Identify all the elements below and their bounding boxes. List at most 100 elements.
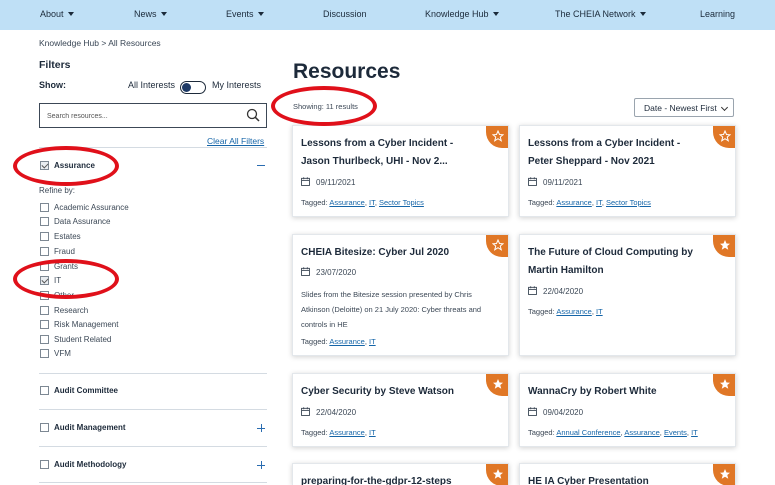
- tag-link[interactable]: Events: [664, 428, 687, 437]
- subfilter-label[interactable]: VFM: [54, 349, 71, 358]
- audit-committee-checkbox[interactable]: [40, 386, 49, 395]
- tag-link[interactable]: Sector Topics: [606, 198, 651, 207]
- tagged-label: Tagged:: [528, 198, 555, 207]
- calendar-icon: [528, 286, 537, 296]
- favourite-badge[interactable]: [713, 464, 735, 485]
- refine-by-label: Refine by:: [39, 186, 76, 195]
- subfilter-label[interactable]: Risk Management: [54, 320, 118, 329]
- resource-card[interactable]: HE IA Cyber Presentation: [519, 463, 736, 485]
- subfilter-label[interactable]: Estates: [54, 232, 81, 241]
- favourite-badge[interactable]: [713, 374, 735, 396]
- subfilter-checkbox[interactable]: [40, 232, 49, 241]
- favourite-badge[interactable]: [713, 235, 735, 257]
- tag-link[interactable]: Assurance: [556, 198, 591, 207]
- nav-knowledge-hub-label: Knowledge Hub: [425, 9, 489, 19]
- card-title[interactable]: HE IA Cyber Presentation: [528, 473, 706, 485]
- card-description: Slides from the Bitesize session present…: [301, 290, 482, 329]
- star-filled-icon: [493, 379, 503, 389]
- tag-link[interactable]: IT: [596, 307, 603, 316]
- tagged-label: Tagged:: [301, 198, 328, 207]
- audit-management-checkbox[interactable]: [40, 423, 49, 432]
- subfilter-label[interactable]: Data Assurance: [54, 217, 110, 226]
- tagged-label: Tagged:: [301, 428, 328, 437]
- card-title[interactable]: The Future of Cloud Computing by Martin …: [528, 244, 706, 280]
- subfilter-checkbox[interactable]: [40, 247, 49, 256]
- favourite-badge[interactable]: [486, 126, 508, 148]
- card-title[interactable]: Lessons from a Cyber Incident - Peter Sh…: [528, 135, 706, 171]
- filter-group-audit-committee[interactable]: Audit Committee: [54, 386, 118, 395]
- subfilter-label[interactable]: Fraud: [54, 247, 75, 256]
- favourite-badge[interactable]: [486, 235, 508, 257]
- favourite-badge[interactable]: [713, 126, 735, 148]
- subfilter-checkbox[interactable]: [40, 203, 49, 212]
- expand-icon[interactable]: [257, 461, 265, 469]
- filter-group-audit-methodology[interactable]: Audit Methodology: [54, 460, 126, 469]
- nav-network[interactable]: The CHEIA Network: [555, 9, 646, 19]
- resource-card[interactable]: The Future of Cloud Computing by Martin …: [519, 234, 736, 356]
- search-input[interactable]: [47, 110, 237, 122]
- favourite-badge[interactable]: [486, 464, 508, 485]
- favourite-badge[interactable]: [486, 374, 508, 396]
- subfilter-label[interactable]: Student Related: [54, 335, 111, 344]
- interests-toggle[interactable]: [180, 81, 206, 94]
- card-date: 09/11/2021: [316, 178, 356, 187]
- card-title[interactable]: preparing-for-the-gdpr-12-steps: [301, 473, 479, 485]
- nav-discussion[interactable]: Discussion: [323, 9, 367, 19]
- resource-card[interactable]: CHEIA Bitesize: Cyber Jul 2020 23/07/202…: [292, 234, 509, 356]
- expand-icon[interactable]: [257, 424, 265, 432]
- card-title[interactable]: CHEIA Bitesize: Cyber Jul 2020: [301, 244, 479, 262]
- nav-learning-label: Learning: [700, 9, 736, 19]
- resource-card[interactable]: preparing-for-the-gdpr-12-steps: [292, 463, 509, 485]
- my-interests-label[interactable]: My Interests: [212, 80, 261, 90]
- tag-link[interactable]: IT: [369, 337, 376, 346]
- tag-link[interactable]: Annual Conference: [556, 428, 620, 437]
- tag-link[interactable]: Sector Topics: [379, 198, 424, 207]
- chevron-down-icon: [492, 11, 499, 16]
- nav-about-label: About: [40, 9, 64, 19]
- sort-select[interactable]: Date - Newest First: [634, 98, 734, 117]
- subfilter-checkbox[interactable]: [40, 320, 49, 329]
- tag-link[interactable]: Assurance: [556, 307, 591, 316]
- subfilter-checkbox[interactable]: [40, 335, 49, 344]
- filter-group-audit-management[interactable]: Audit Management: [54, 423, 126, 432]
- subfilter-label[interactable]: Research: [54, 306, 88, 315]
- all-interests-label[interactable]: All Interests: [128, 80, 175, 90]
- card-tags: Tagged: Assurance, IT: [301, 428, 376, 437]
- tag-link[interactable]: IT: [369, 428, 376, 437]
- nav-about[interactable]: About: [40, 9, 74, 19]
- audit-methodology-checkbox[interactable]: [40, 460, 49, 469]
- search-icon[interactable]: [246, 108, 260, 122]
- tag-link[interactable]: IT: [596, 198, 602, 207]
- annotation-circle: [13, 259, 119, 299]
- nav-news[interactable]: News: [134, 9, 167, 19]
- clear-all-filters-link[interactable]: Clear All Filters: [207, 136, 264, 146]
- resource-card[interactable]: Cyber Security by Steve Watson 22/04/202…: [292, 373, 509, 447]
- tag-link[interactable]: IT: [369, 198, 375, 207]
- collapse-icon[interactable]: [257, 165, 265, 166]
- chevron-down-icon: [67, 11, 74, 16]
- tag-link[interactable]: Assurance: [329, 337, 364, 346]
- subfilter-checkbox[interactable]: [40, 349, 49, 358]
- card-date: 09/11/2021: [543, 178, 583, 187]
- subfilter-checkbox[interactable]: [40, 306, 49, 315]
- breadcrumb[interactable]: Knowledge Hub > All Resources: [39, 38, 161, 48]
- card-title[interactable]: WannaCry by Robert White: [528, 383, 706, 401]
- card-date-row: 09/11/2021: [528, 177, 583, 187]
- resource-card[interactable]: WannaCry by Robert White 09/04/2020 Tagg…: [519, 373, 736, 447]
- resource-card[interactable]: Lessons from a Cyber Incident - Peter Sh…: [519, 125, 736, 217]
- chevron-down-icon: [160, 11, 167, 16]
- card-title[interactable]: Lessons from a Cyber Incident - Jason Th…: [301, 135, 479, 171]
- subfilter-label[interactable]: Academic Assurance: [54, 203, 129, 212]
- resource-card[interactable]: Lessons from a Cyber Incident - Jason Th…: [292, 125, 509, 217]
- card-title[interactable]: Cyber Security by Steve Watson: [301, 383, 479, 401]
- tag-link[interactable]: Assurance: [329, 428, 364, 437]
- nav-events[interactable]: Events: [226, 9, 264, 19]
- nav-learning[interactable]: Learning: [700, 9, 735, 19]
- nav-knowledge-hub[interactable]: Knowledge Hub: [425, 9, 499, 19]
- divider: [39, 482, 267, 483]
- tag-link[interactable]: IT: [691, 428, 698, 437]
- subfilter-checkbox[interactable]: [40, 217, 49, 226]
- tag-link[interactable]: Assurance: [329, 198, 364, 207]
- calendar-icon: [528, 177, 537, 187]
- tag-link[interactable]: Assurance: [624, 428, 659, 437]
